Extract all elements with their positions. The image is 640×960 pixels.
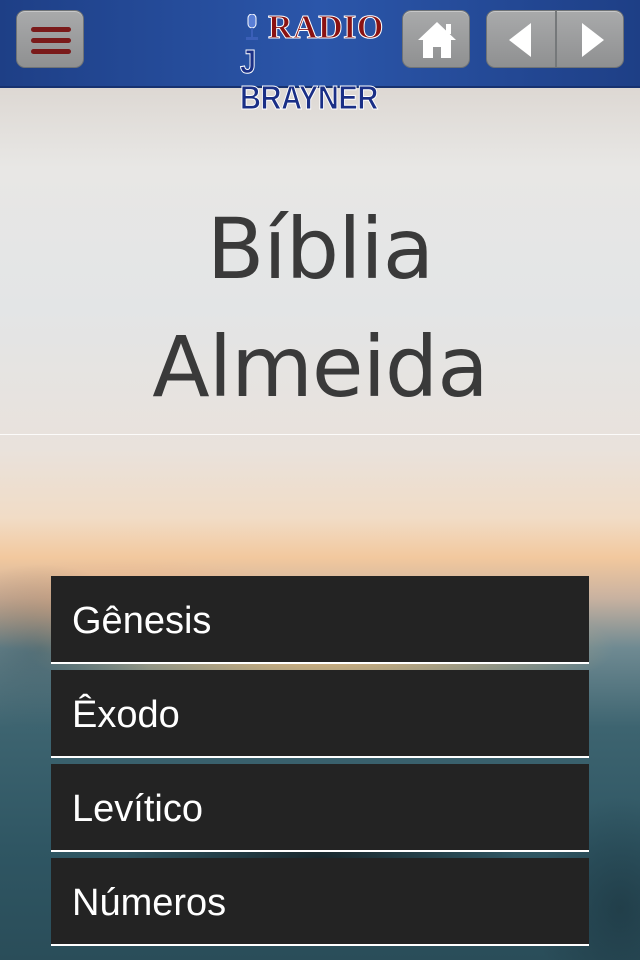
page-title-line1: Bíblia <box>206 200 434 298</box>
logo-line-radio: RADIO <box>268 9 384 46</box>
title-divider <box>0 434 640 435</box>
microphone-icon <box>246 14 258 40</box>
back-button[interactable] <box>487 11 556 67</box>
radio-logo: RADIO J BRAYNER <box>238 9 404 116</box>
triangle-left-icon <box>509 23 531 57</box>
home-icon <box>418 22 456 58</box>
page-title-line2: Almeida <box>152 318 488 416</box>
book-item-exodo[interactable]: Êxodo <box>51 670 589 758</box>
book-item-genesis[interactable]: Gênesis <box>51 576 589 664</box>
logo-line-name: J BRAYNER <box>240 43 379 116</box>
book-item-levitico[interactable]: Levítico <box>51 764 589 852</box>
forward-button[interactable] <box>556 11 623 67</box>
home-button[interactable] <box>402 10 470 68</box>
menu-button[interactable] <box>16 10 84 68</box>
top-bar: RADIO J BRAYNER <box>0 0 640 116</box>
page-title: Bíblia Almeida <box>0 190 640 426</box>
navigation-buttons <box>486 10 624 68</box>
book-item-numeros[interactable]: Números <box>51 858 589 946</box>
triangle-right-icon <box>582 23 604 57</box>
book-list: Gênesis Êxodo Levítico Números <box>51 576 589 952</box>
